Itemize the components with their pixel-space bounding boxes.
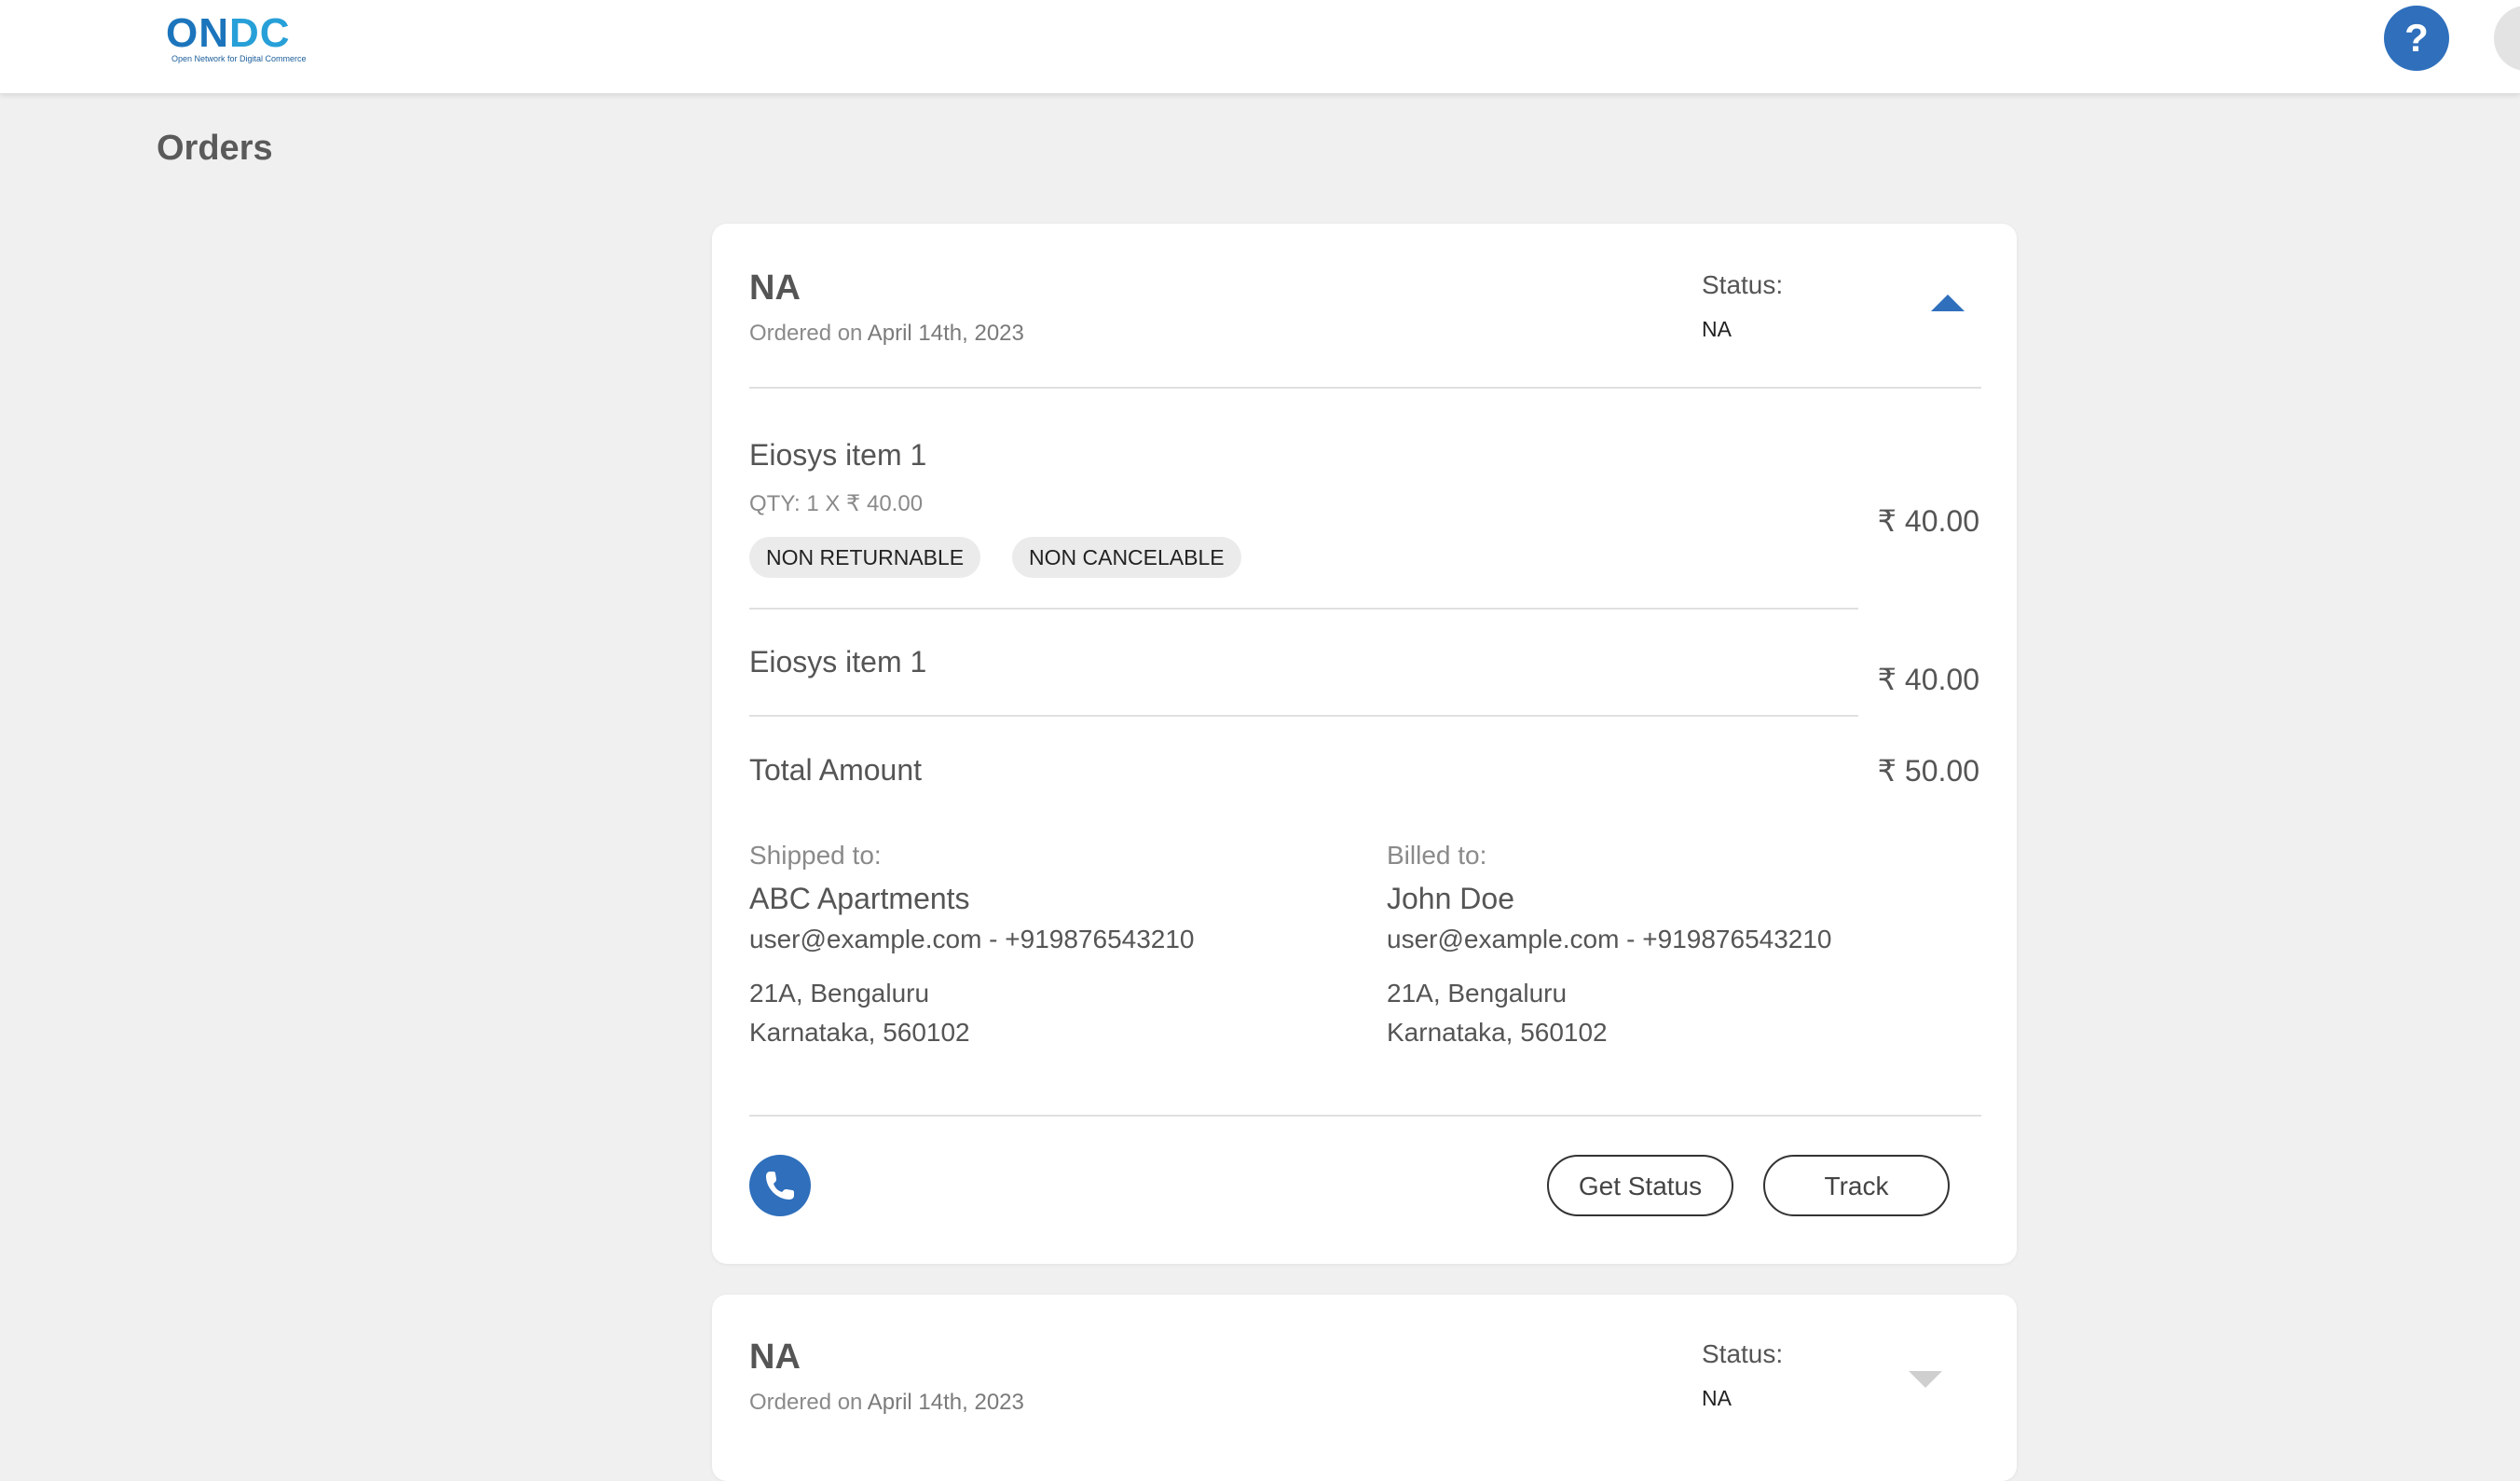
user-avatar[interactable] xyxy=(2494,6,2520,71)
shipped-to-contact: user@example.com - +919876543210 xyxy=(749,925,1195,953)
page-title: Orders xyxy=(157,129,273,168)
phone-icon xyxy=(766,1172,794,1200)
order-card: NA Ordered on April 14th, 2023 Status: N… xyxy=(712,224,2017,1264)
order-card[interactable]: NA Ordered on April 14th, 2023 Status: N… xyxy=(712,1295,2017,1481)
order-id: NA xyxy=(749,1337,801,1377)
billed-to-label: Billed to: xyxy=(1387,841,1487,870)
item-price: ₹ 40.00 xyxy=(1877,663,1979,696)
get-status-button[interactable]: Get Status xyxy=(1547,1155,1733,1216)
item-divider xyxy=(749,715,1858,717)
footer-divider xyxy=(749,1115,1981,1117)
shipped-to-line1: 21A, Bengaluru xyxy=(749,979,930,1008)
item-name: Eiosys item 1 xyxy=(749,438,927,472)
status-value: NA xyxy=(1702,317,1732,341)
chevron-up-icon[interactable] xyxy=(1929,291,1966,313)
ondc-logo[interactable]: ONDC Open Network for Digital Commerce xyxy=(166,10,307,69)
call-button[interactable] xyxy=(749,1155,811,1216)
track-button[interactable]: Track xyxy=(1763,1155,1950,1216)
total-value: ₹ 50.00 xyxy=(1877,754,1979,788)
ordered-on-label: Ordered on xyxy=(749,321,863,346)
ordered-on-date: April 14th, 2023 xyxy=(867,1390,1024,1415)
status-label: Status: xyxy=(1702,270,1784,299)
logo-wordmark: ONDC xyxy=(166,10,291,56)
non-returnable-chip: NON RETURNABLE xyxy=(749,537,981,578)
chevron-down-icon[interactable] xyxy=(1907,1369,1944,1392)
status-label: Status: xyxy=(1702,1339,1784,1368)
ordered-on-date: April 14th, 2023 xyxy=(867,321,1024,346)
billed-to-line2: Karnataka, 560102 xyxy=(1387,1018,1608,1047)
order-id: NA xyxy=(749,268,801,308)
ordered-on: Ordered on April 14th, 2023 xyxy=(749,1390,1024,1416)
non-cancelable-chip: NON CANCELABLE xyxy=(1012,537,1241,578)
billed-to-line1: 21A, Bengaluru xyxy=(1387,979,1568,1008)
shipped-to-label: Shipped to: xyxy=(749,841,882,870)
shipped-to-name: ABC Apartments xyxy=(749,882,970,915)
total-label: Total Amount xyxy=(749,753,922,787)
billed-to-name: John Doe xyxy=(1387,882,1514,915)
item-qty: QTY: 1 X ₹ 40.00 xyxy=(749,491,924,516)
item-price: ₹ 40.00 xyxy=(1877,504,1979,538)
header-divider xyxy=(749,387,1981,389)
top-app-bar: ONDC Open Network for Digital Commerce ? xyxy=(0,0,2520,93)
shipped-to-line2: Karnataka, 560102 xyxy=(749,1018,970,1047)
billed-to-contact: user@example.com - +919876543210 xyxy=(1387,925,1832,953)
ordered-on: Ordered on April 14th, 2023 xyxy=(749,321,1024,347)
item-divider xyxy=(749,608,1858,610)
logo-tagline: Open Network for Digital Commerce xyxy=(171,54,307,63)
ordered-on-label: Ordered on xyxy=(749,1390,863,1415)
item-name: Eiosys item 1 xyxy=(749,645,927,679)
question-mark-icon: ? xyxy=(2404,16,2429,60)
help-button[interactable]: ? xyxy=(2384,6,2449,71)
